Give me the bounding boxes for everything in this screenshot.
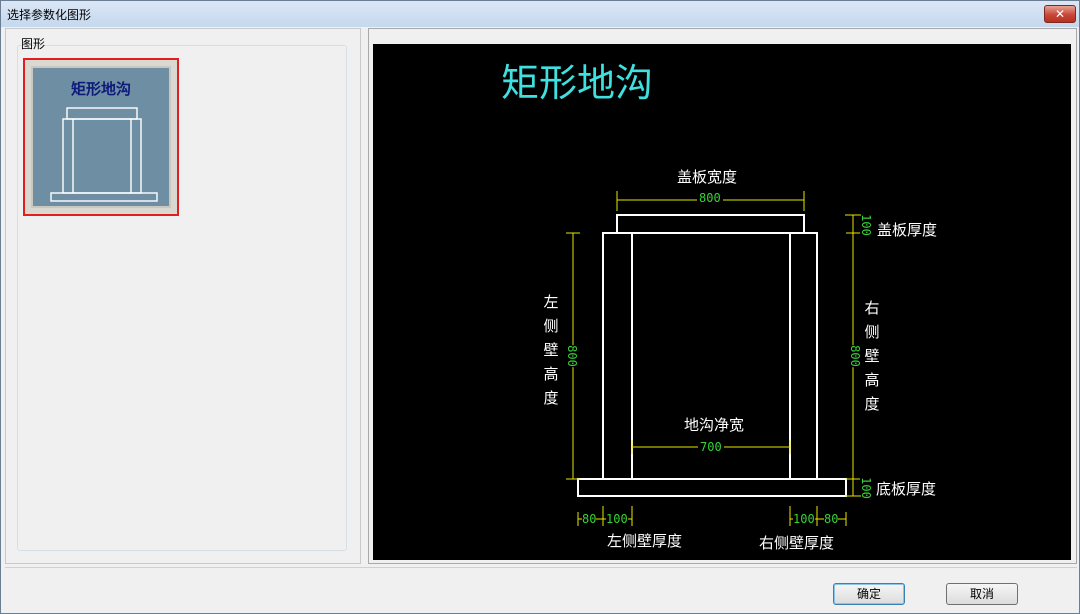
- window-title: 选择参数化图形: [7, 8, 92, 22]
- right-wall-thickness-label: 右侧壁厚度: [759, 534, 835, 552]
- bottom-plate: [577, 478, 847, 497]
- preview-title: 矩形地沟: [501, 61, 654, 105]
- left-outer-value: 80: [582, 512, 597, 526]
- right-outer-value: 80: [824, 512, 839, 526]
- panel-splitter[interactable]: [362, 28, 367, 564]
- shape-group-label: 图形: [21, 37, 46, 51]
- shape-thumbnail: 矩形地沟: [31, 66, 171, 208]
- left-wall-height-value: 800: [564, 345, 579, 367]
- footer-divider: [5, 567, 1077, 568]
- bottom-thickness-value: 100: [858, 477, 873, 499]
- left-wall-height-label: 左侧壁高度: [543, 293, 559, 407]
- trench-thumbnail-icon: [50, 107, 158, 202]
- cover-width-label: 盖板宽度: [677, 168, 738, 186]
- bottom-thickness-label: 底板厚度: [876, 480, 937, 498]
- title-bar[interactable]: 选择参数化图形 ✕: [1, 1, 1079, 27]
- cover-thickness-label: 盖板厚度: [877, 221, 938, 239]
- clear-width-label: 地沟净宽: [684, 416, 745, 434]
- close-button[interactable]: ✕: [1044, 5, 1076, 23]
- cover-plate: [616, 214, 805, 234]
- left-wall-thickness-value: 100: [606, 512, 628, 526]
- ok-button[interactable]: 确定: [833, 583, 905, 605]
- left-wall-thickness-label: 左侧壁厚度: [607, 532, 683, 550]
- close-icon: ✕: [1054, 7, 1066, 21]
- cover-width-value: 800: [697, 191, 723, 205]
- preview-canvas: 矩形地沟 盖板宽度 800 盖板厚度 100 左侧壁高度 800 右侧壁高度 8…: [373, 44, 1071, 560]
- trench-drawing: [566, 191, 861, 526]
- cover-thickness-value: 100: [858, 214, 873, 236]
- right-wall-height-value: 800: [847, 345, 862, 367]
- cancel-button[interactable]: 取消: [946, 583, 1018, 605]
- clear-width-value: 700: [698, 440, 724, 454]
- shape-item-rect-trench[interactable]: 矩形地沟: [23, 58, 179, 216]
- dialog-window: 选择参数化图形 ✕ 图形 矩形地沟 矩形地沟 盖板宽度 800 盖板厚度 100…: [0, 0, 1080, 614]
- right-wall-height-label: 右侧壁高度: [864, 299, 880, 413]
- right-wall-thickness-value: 100: [793, 512, 815, 526]
